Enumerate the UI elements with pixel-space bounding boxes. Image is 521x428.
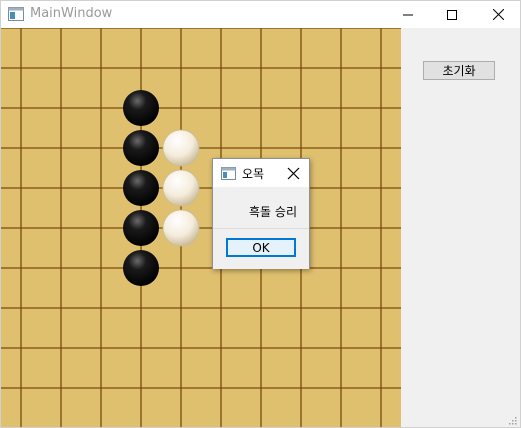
grid-lines [1, 28, 401, 427]
white-stone [162, 129, 200, 167]
window-app-icon [8, 7, 24, 21]
close-button[interactable] [475, 1, 520, 28]
window-app-icon [221, 167, 236, 180]
board-grid[interactable] [1, 28, 401, 428]
black-stone [123, 250, 159, 286]
maximize-icon [447, 9, 457, 20]
ok-button[interactable]: OK [226, 238, 296, 257]
result-dialog: 오목 흑돌 승리 OK [212, 158, 310, 269]
white-stone [162, 169, 200, 207]
black-stone [123, 130, 159, 166]
black-stone [123, 170, 159, 206]
black-stone [123, 210, 159, 246]
side-panel [401, 28, 520, 427]
window-title: MainWindow [30, 6, 113, 21]
maximize-button[interactable] [429, 1, 475, 28]
main-window: MainWindow 초기화 오목 흑돌 승리 OK [0, 0, 521, 428]
minimize-button[interactable] [385, 1, 431, 28]
minimize-icon [403, 14, 413, 15]
white-stone [162, 209, 200, 247]
close-icon[interactable] [287, 167, 300, 180]
dialog-message: 흑돌 승리 [249, 205, 297, 219]
title-bar[interactable]: MainWindow [1, 1, 520, 28]
dialog-title-bar[interactable]: 오목 [213, 159, 309, 187]
reset-button[interactable]: 초기화 [423, 61, 495, 80]
dialog-footer: OK [213, 228, 309, 269]
close-icon [492, 9, 504, 20]
dialog-title: 오목 [242, 167, 265, 181]
black-stone [123, 90, 159, 126]
gomoku-board[interactable] [1, 28, 401, 428]
resize-grip-icon[interactable] [508, 416, 517, 425]
